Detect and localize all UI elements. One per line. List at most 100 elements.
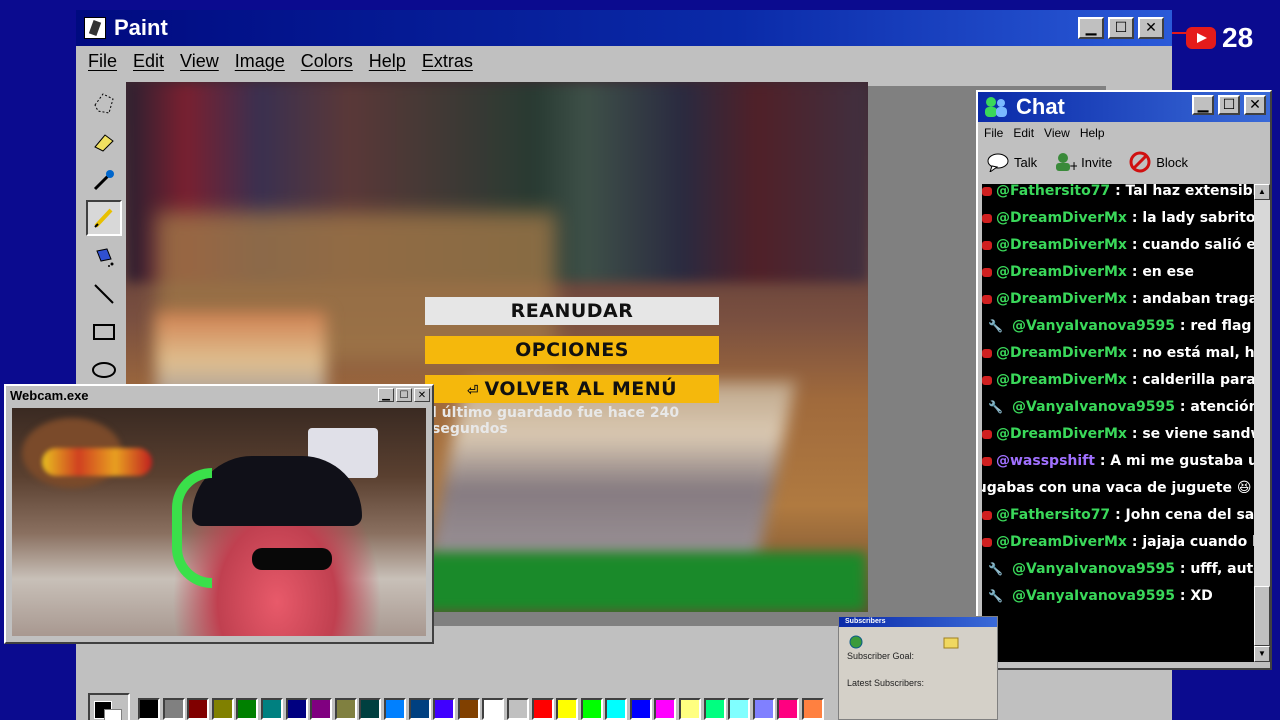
webcam-minimize-button[interactable]: ▁ (378, 388, 394, 402)
webcam-close-button[interactable]: ✕ (414, 388, 430, 402)
palette-swatch[interactable] (580, 698, 603, 720)
palette-swatch[interactable] (211, 698, 234, 720)
palette-swatch[interactable] (187, 698, 210, 720)
talk-button[interactable]: Talk (986, 151, 1037, 173)
chat-text: : red flag que coma (1179, 318, 1254, 334)
webcam-titlebar[interactable]: Webcam.exe ▁ ☐ ✕ (6, 386, 432, 404)
palette-swatch[interactable] (752, 698, 775, 720)
chat-text: : no está mal, ha de tener l (1131, 345, 1254, 361)
invite-button[interactable]: + Invite (1053, 151, 1112, 173)
chat-username[interactable]: @DreamDiverMx (996, 372, 1127, 388)
youtube-badge-icon (982, 457, 992, 466)
back-to-menu-button[interactable]: ⏎ VOLVER AL MENÚ (425, 375, 719, 403)
menu-colors[interactable]: Colors (301, 51, 353, 72)
youtube-logo-icon (1186, 27, 1216, 49)
palette-swatch[interactable] (703, 698, 726, 720)
chat-username[interactable]: @DreamDiverMx (996, 291, 1127, 307)
palette-swatch[interactable] (802, 698, 825, 720)
chat-username[interactable]: @Fathersito77 (996, 507, 1110, 523)
chat-text: jugabas con una vaca de juguete 😆 (982, 480, 1252, 496)
menu-extras[interactable]: Extras (422, 51, 473, 72)
chat-text: : andaban tragando sabrito (1131, 291, 1254, 307)
eraser-icon[interactable] (86, 124, 122, 160)
chat-menu-edit[interactable]: Edit (1013, 126, 1034, 140)
palette-swatch[interactable] (359, 698, 382, 720)
close-button[interactable]: ✕ (1138, 17, 1164, 39)
chat-username[interactable]: @DreamDiverMx (996, 426, 1127, 442)
chat-titlebar[interactable]: Chat ▁ ☐ ✕ (978, 92, 1270, 122)
chat-username[interactable]: @Fathersito77 (996, 184, 1110, 199)
palette-swatch[interactable] (457, 698, 480, 720)
chat-scrollbar[interactable]: ▲ ▼ (1254, 184, 1270, 662)
palette-swatch[interactable] (482, 698, 505, 720)
chat-username[interactable]: @DreamDiverMx (996, 237, 1127, 253)
palette-swatch[interactable] (433, 698, 456, 720)
sunglasses (252, 548, 332, 570)
palette-swatch[interactable] (777, 698, 800, 720)
chat-username[interactable]: @VanyaIvanova9595 (1012, 399, 1175, 415)
chat-username[interactable]: @DreamDiverMx (996, 345, 1127, 361)
resume-button[interactable]: REANUDAR (425, 297, 719, 325)
palette-swatch[interactable] (605, 698, 628, 720)
scroll-up-button[interactable]: ▲ (1254, 184, 1270, 200)
ellipse-tool-icon[interactable] (86, 352, 122, 388)
maximize-button[interactable]: ☐ (1108, 17, 1134, 39)
free-select-icon[interactable] (86, 86, 122, 122)
rectangle-tool-icon[interactable] (86, 314, 122, 350)
chat-close-button[interactable]: ✕ (1244, 95, 1266, 115)
webcam-feed (12, 408, 426, 636)
youtube-badge-icon (982, 376, 992, 385)
palette-swatch[interactable] (556, 698, 579, 720)
menu-view[interactable]: View (180, 51, 219, 72)
current-colors[interactable] (88, 693, 130, 720)
line-tool-icon[interactable] (86, 276, 122, 312)
webcam-maximize-button[interactable]: ☐ (396, 388, 412, 402)
menu-file[interactable]: File (88, 51, 117, 72)
chat-menu-help[interactable]: Help (1080, 126, 1105, 140)
pencil-icon[interactable] (86, 200, 122, 236)
chat-menu-view[interactable]: View (1044, 126, 1070, 140)
chat-text: : ufff, auténtico cine (1179, 561, 1254, 577)
palette-swatch[interactable] (408, 698, 431, 720)
chat-username[interactable]: @DreamDiverMx (996, 534, 1127, 550)
options-button[interactable]: OPCIONES (425, 336, 719, 364)
menu-edit[interactable]: Edit (133, 51, 164, 72)
menu-help[interactable]: Help (369, 51, 406, 72)
palette-swatch[interactable] (310, 698, 333, 720)
chat-menu-file[interactable]: File (984, 126, 1003, 140)
chat-username[interactable]: @wasspshift (996, 453, 1095, 469)
block-button[interactable]: Block (1128, 151, 1188, 173)
globe-icon (849, 635, 863, 649)
palette-swatch[interactable] (629, 698, 652, 720)
palette-swatch[interactable] (506, 698, 529, 720)
chat-maximize-button[interactable]: ☐ (1218, 95, 1240, 115)
minimize-button[interactable]: ▁ (1078, 17, 1104, 39)
chat-username[interactable]: @VanyaIvanova9595 (1012, 318, 1175, 334)
paint-titlebar[interactable]: Paint ▁ ☐ ✕ (76, 10, 1172, 46)
chat-username[interactable]: @VanyaIvanova9595 (1012, 588, 1175, 604)
palette-swatch[interactable] (285, 698, 308, 720)
palette-swatch[interactable] (138, 698, 160, 720)
paint-app-icon (84, 17, 106, 39)
chat-username[interactable]: @DreamDiverMx (996, 210, 1127, 226)
palette-swatch[interactable] (260, 698, 283, 720)
palette-swatch[interactable] (162, 698, 185, 720)
palette-swatch[interactable] (334, 698, 357, 720)
color-picker-icon[interactable] (86, 162, 122, 198)
palette-swatch[interactable] (236, 698, 259, 720)
palette-swatch[interactable] (728, 698, 751, 720)
chat-minimize-button[interactable]: ▁ (1192, 95, 1214, 115)
airbrush-icon[interactable] (86, 238, 122, 274)
chat-username[interactable]: @VanyaIvanova9595 (1012, 561, 1175, 577)
palette-swatch[interactable] (654, 698, 677, 720)
youtube-badge-icon (982, 511, 992, 520)
youtube-badge-icon (982, 241, 992, 250)
chat-username[interactable]: @DreamDiverMx (996, 264, 1127, 280)
palette-swatch[interactable] (383, 698, 406, 720)
scroll-down-button[interactable]: ▼ (1254, 646, 1270, 662)
palette-swatch[interactable] (531, 698, 554, 720)
palette-swatch[interactable] (679, 698, 702, 720)
chat-log[interactable]: @Fathersito77 : Tal haz extensible @Dream… (982, 184, 1254, 662)
scroll-thumb[interactable] (1254, 586, 1270, 646)
menu-image[interactable]: Image (235, 51, 285, 72)
